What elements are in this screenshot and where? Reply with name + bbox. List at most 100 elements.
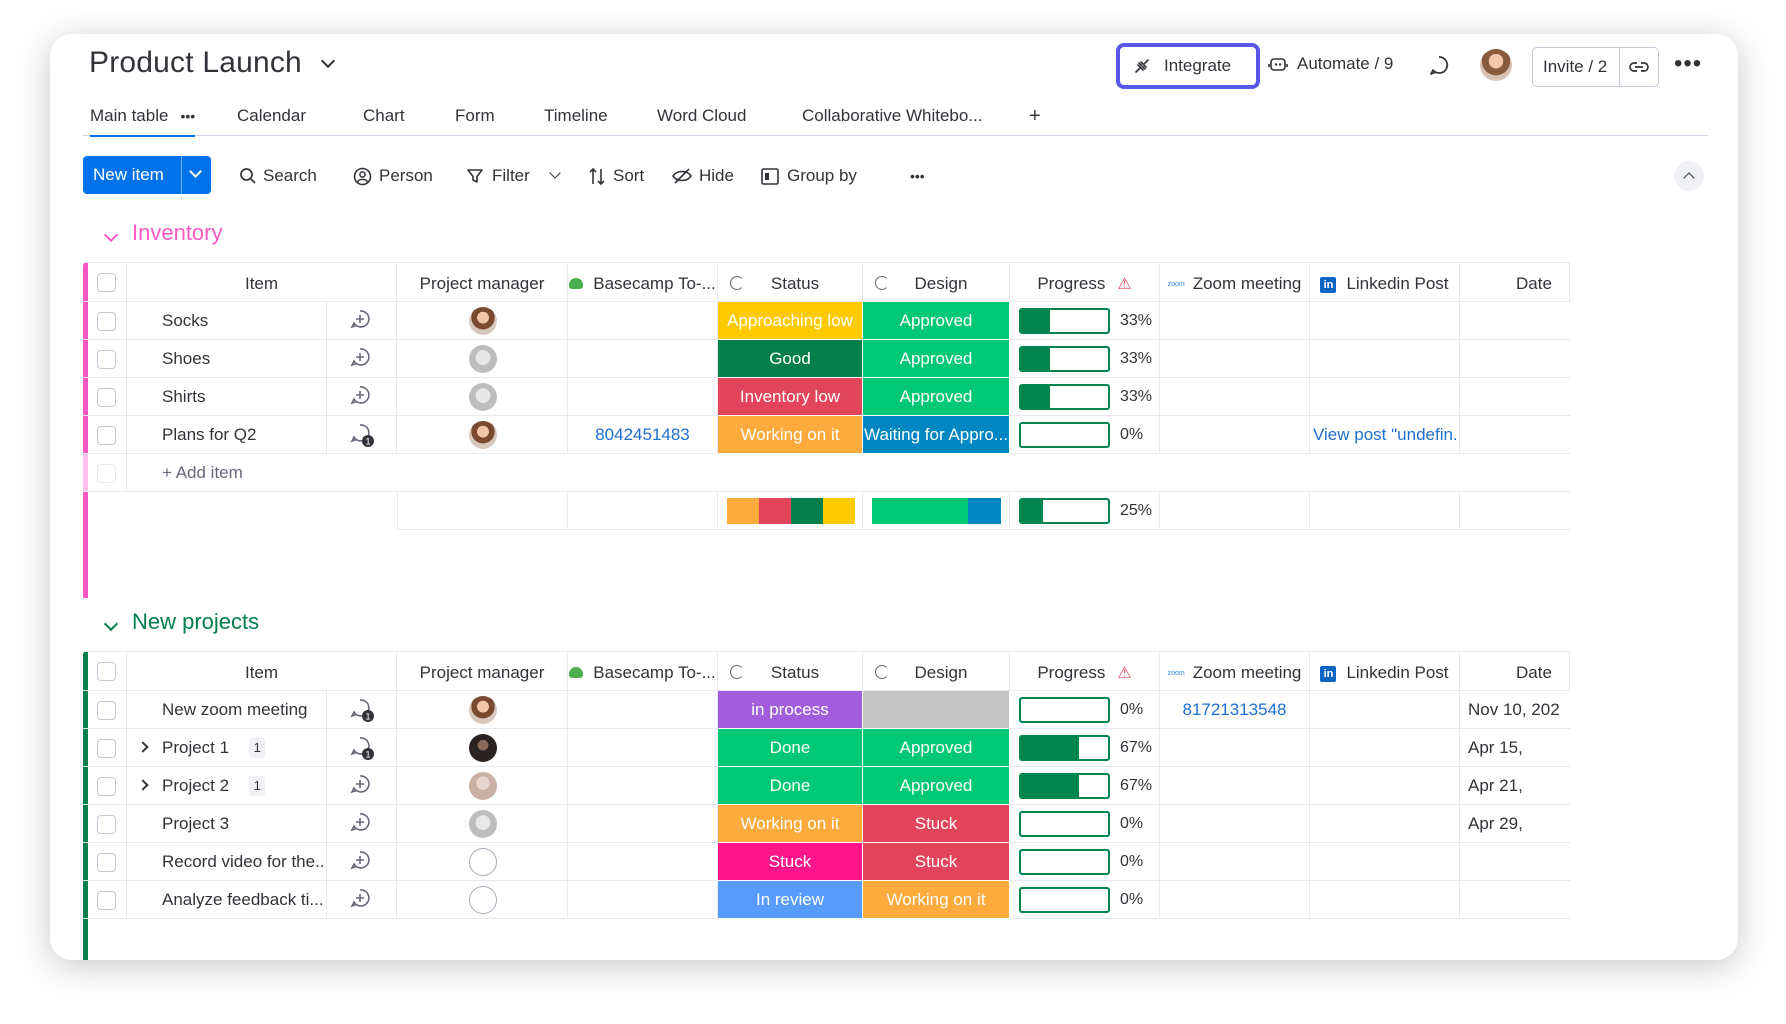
design-label[interactable]: Approved xyxy=(863,378,1010,416)
group-collapse-icon[interactable] xyxy=(103,616,119,632)
zoom-cell[interactable]: 81721313548 xyxy=(1160,691,1310,729)
status-label[interactable]: Working on it xyxy=(718,416,863,454)
updates-cell[interactable] xyxy=(327,767,397,805)
design-label[interactable]: Stuck xyxy=(863,843,1010,881)
status-summary-segment[interactable] xyxy=(791,498,823,524)
row-checkbox[interactable] xyxy=(97,891,116,910)
toolbar-more-icon[interactable]: ••• xyxy=(910,156,925,196)
person-avatar[interactable] xyxy=(468,848,497,876)
person-filter-button[interactable]: Person xyxy=(353,156,433,196)
linkedin-cell[interactable] xyxy=(1310,767,1460,805)
item-name-cell[interactable]: Socks xyxy=(127,302,327,340)
status-label[interactable]: Approaching low xyxy=(718,302,863,340)
more-options-icon[interactable]: ••• xyxy=(1674,50,1702,78)
person-avatar[interactable] xyxy=(468,421,497,449)
chevron-down-icon[interactable] xyxy=(189,165,202,178)
column-header-zoom[interactable]: zoom Zoom meeting xyxy=(1160,651,1310,691)
status-label[interactable]: Inventory low xyxy=(718,378,863,416)
row-checkbox[interactable] xyxy=(97,388,116,407)
linkedin-cell[interactable] xyxy=(1310,691,1460,729)
zoom-cell[interactable] xyxy=(1160,881,1310,919)
linkedin-cell[interactable] xyxy=(1310,805,1460,843)
updates-cell[interactable] xyxy=(327,302,397,340)
row-checkbox[interactable] xyxy=(97,426,116,445)
zoom-cell[interactable] xyxy=(1160,302,1310,340)
expand-subitems-icon[interactable] xyxy=(137,741,149,753)
item-name-cell[interactable]: Analyze feedback ti... xyxy=(127,881,327,919)
updates-cell[interactable]: 1 xyxy=(327,416,397,454)
column-header-project-manager[interactable]: Project manager xyxy=(397,651,568,691)
subitem-count-badge[interactable]: 1 xyxy=(249,776,266,796)
basecamp-cell[interactable] xyxy=(568,302,718,340)
project-manager-cell[interactable] xyxy=(397,767,568,805)
column-header-zoom[interactable]: zoom Zoom meeting xyxy=(1160,262,1310,302)
date-cell[interactable]: Apr 29, xyxy=(1460,805,1570,843)
date-cell[interactable] xyxy=(1460,340,1570,378)
column-header-basecamp[interactable]: Basecamp To-... xyxy=(568,651,718,691)
row-checkbox[interactable] xyxy=(97,350,116,369)
column-header-design[interactable]: Design xyxy=(863,651,1010,691)
row-checkbox[interactable] xyxy=(97,739,116,758)
column-header-design[interactable]: Design xyxy=(863,262,1010,302)
date-cell[interactable] xyxy=(1460,302,1570,340)
design-summary-segment[interactable] xyxy=(872,498,968,524)
zoom-cell[interactable] xyxy=(1160,729,1310,767)
project-manager-cell[interactable] xyxy=(397,729,568,767)
item-name-cell[interactable]: Shoes xyxy=(127,340,327,378)
linkedin-post-link[interactable]: View post "undefin... xyxy=(1313,425,1459,444)
row-checkbox[interactable] xyxy=(97,312,116,331)
design-label[interactable]: Approved xyxy=(863,302,1010,340)
person-avatar[interactable] xyxy=(468,696,497,724)
row-checkbox[interactable] xyxy=(97,853,116,872)
group-by-button[interactable]: Group by xyxy=(761,156,857,196)
linkedin-cell[interactable]: View post "undefin... xyxy=(1310,416,1460,454)
status-summary-segment[interactable] xyxy=(727,498,759,524)
tab-timeline[interactable]: Timeline xyxy=(544,96,608,136)
tab-calendar[interactable]: Calendar xyxy=(237,96,306,136)
tab-more-icon[interactable]: ••• xyxy=(180,108,195,124)
person-avatar[interactable] xyxy=(468,734,497,762)
updates-cell[interactable] xyxy=(327,340,397,378)
project-manager-cell[interactable] xyxy=(397,302,568,340)
column-header-date[interactable]: Date xyxy=(1460,262,1570,302)
zoom-meeting-link[interactable]: 81721313548 xyxy=(1182,700,1286,719)
status-label[interactable]: in process xyxy=(718,691,863,729)
column-header-basecamp[interactable]: Basecamp To-... xyxy=(568,262,718,302)
tab-word-cloud[interactable]: Word Cloud xyxy=(657,96,746,136)
design-label[interactable] xyxy=(863,691,1010,729)
person-avatar[interactable] xyxy=(468,383,497,411)
item-name-cell[interactable]: Project 2 1 xyxy=(127,767,327,805)
zoom-cell[interactable] xyxy=(1160,340,1310,378)
zoom-cell[interactable] xyxy=(1160,378,1310,416)
date-cell[interactable]: Nov 10, 202 xyxy=(1460,691,1570,729)
chevron-down-icon[interactable] xyxy=(320,40,335,74)
basecamp-cell[interactable] xyxy=(568,881,718,919)
board-title[interactable]: Product Launch xyxy=(89,46,335,80)
tab-main-table[interactable]: Main table ••• xyxy=(90,96,196,137)
project-manager-cell[interactable] xyxy=(397,691,568,729)
zoom-cell[interactable] xyxy=(1160,805,1310,843)
row-checkbox[interactable] xyxy=(97,815,116,834)
linkedin-cell[interactable] xyxy=(1310,881,1460,919)
item-name-cell[interactable]: Project 3 xyxy=(127,805,327,843)
item-name-cell[interactable]: New zoom meeting xyxy=(127,691,327,729)
collapse-toolbar-button[interactable] xyxy=(1674,161,1704,191)
status-summary-segment[interactable] xyxy=(823,498,855,524)
project-manager-cell[interactable] xyxy=(397,378,568,416)
status-label[interactable]: Good xyxy=(718,340,863,378)
updates-cell[interactable] xyxy=(327,881,397,919)
sort-button[interactable]: Sort xyxy=(588,156,644,196)
group-title-inventory[interactable]: Inventory xyxy=(132,220,223,246)
filter-button[interactable]: Filter xyxy=(466,156,561,196)
person-avatar[interactable] xyxy=(468,886,497,914)
zoom-cell[interactable] xyxy=(1160,416,1310,454)
warning-icon[interactable]: ⚠ xyxy=(1117,276,1131,293)
design-label[interactable]: Approved xyxy=(863,767,1010,805)
group-collapse-icon[interactable] xyxy=(103,227,119,243)
date-cell[interactable]: Apr 21, xyxy=(1460,767,1570,805)
tab-form[interactable]: Form xyxy=(455,96,495,136)
row-checkbox[interactable] xyxy=(97,701,116,720)
status-label[interactable]: In review xyxy=(718,881,863,919)
linkedin-cell[interactable] xyxy=(1310,729,1460,767)
row-checkbox[interactable] xyxy=(97,777,116,796)
